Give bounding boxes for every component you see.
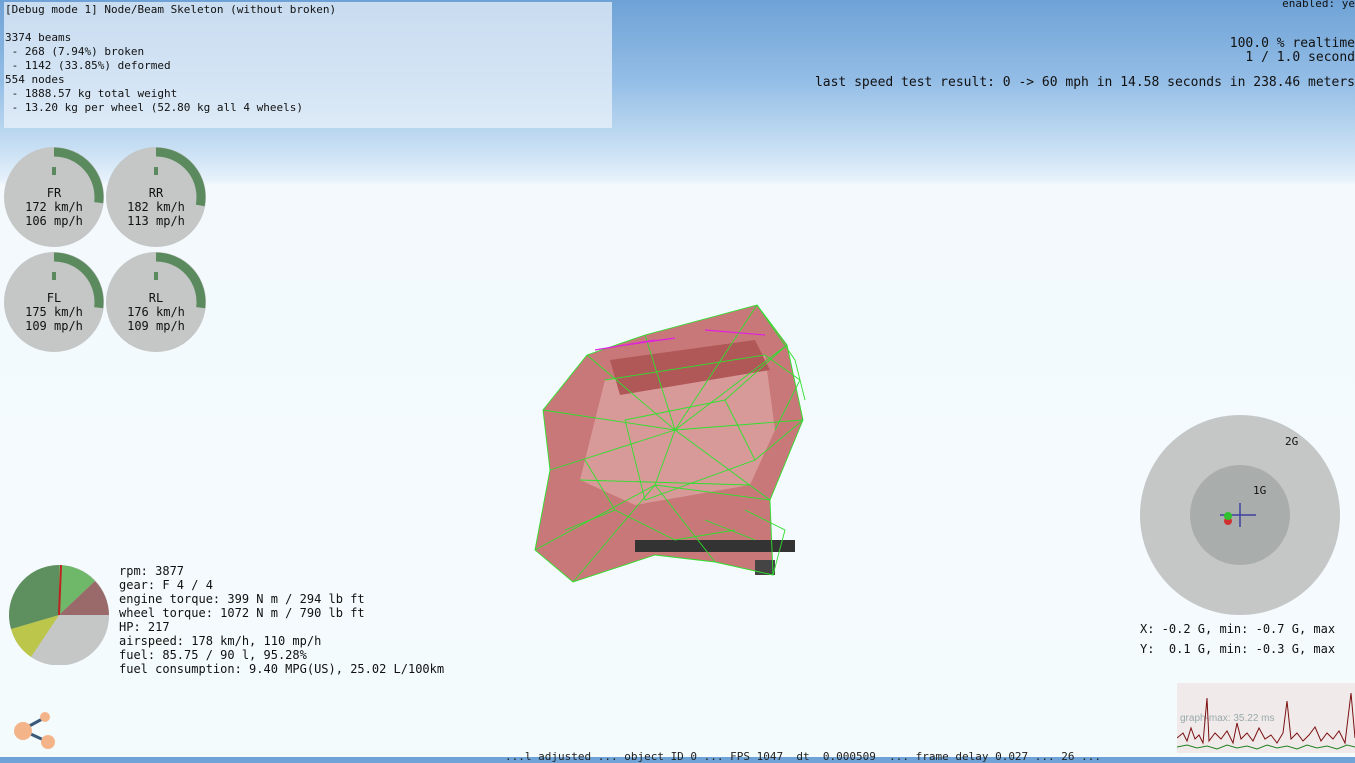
engine-pie-chart <box>9 565 109 665</box>
g-x-readout: X: -0.2 G, min: -0.7 G, max <box>1140 622 1336 636</box>
wheel-speed-mph: 109 mp/h <box>25 319 83 333</box>
g-force-meter: 2G 1G <box>1140 415 1340 615</box>
app-logo-icon[interactable] <box>12 710 58 752</box>
wheel-weight: - 13.20 kg per wheel (52.80 kg all 4 whe… <box>5 101 304 114</box>
time-scale: 1 / 1.0 second <box>1245 50 1355 65</box>
g-ring-inner-label: 1G <box>1253 484 1266 497</box>
beam-count: 3374 beams <box>5 31 72 44</box>
fuel-consumption-readout: fuel consumption: 9.40 MPG(US), 25.02 L/… <box>119 662 445 676</box>
debug-info-panel: [Debug mode 1] Node/Beam Skeleton (witho… <box>4 2 612 128</box>
speed-test-result: last speed test result: 0 -> 60 mph in 1… <box>814 75 1355 90</box>
g-current-dot <box>1224 512 1232 520</box>
realtime-percent: 100.0 % realtime <box>1229 36 1355 51</box>
wheel-speed-kmh: 172 km/h <box>25 200 83 214</box>
airspeed-readout: airspeed: 178 km/h, 110 mp/h <box>119 634 322 648</box>
performance-graph: graph-max: 35.22 ms <box>1177 683 1355 753</box>
g-y-readout: Y: 0.1 G, min: -0.3 G, max <box>1140 642 1336 656</box>
frame-time-plot <box>1177 692 1355 750</box>
wheel-gauge-fl: FL 175 km/h 109 mp/h <box>4 252 104 352</box>
car-underbody <box>635 540 795 552</box>
wheel-speed-mph: 113 mp/h <box>127 214 185 228</box>
engine-torque-readout: engine torque: 399 N m / 294 lb ft <box>119 592 365 606</box>
wheel-speed-kmh: 182 km/h <box>127 200 185 214</box>
wheel-speed-mph: 109 mp/h <box>127 319 185 333</box>
wheel-gauge-rr: RR 182 km/h 113 mp/h <box>106 147 206 247</box>
node-count: 554 nodes <box>5 73 65 86</box>
hp-readout: HP: 217 <box>119 620 170 634</box>
wheel-label: FR <box>46 186 62 200</box>
broken-beams: - 268 (7.94%) broken <box>5 45 145 58</box>
wheel-speed-kmh: 175 km/h <box>25 305 83 319</box>
wheel-gauge-rl: RL 176 km/h 109 mp/h <box>106 252 206 352</box>
g-ring-outer-label: 2G <box>1285 435 1298 448</box>
wheel-label: RL <box>148 291 164 305</box>
vehicle-skeleton-view <box>534 304 806 583</box>
deformed-beams: - 1142 (33.85%) deformed <box>5 59 171 72</box>
total-weight: - 1888.57 kg total weight <box>5 87 178 100</box>
g-force-readout: X: -0.2 G, min: -0.7 G, max Y: 0.1 G, mi… <box>1140 619 1335 659</box>
wheel-torque-readout: wheel torque: 1072 N m / 790 lb ft <box>119 606 365 620</box>
debug-mode-title: [Debug mode 1] Node/Beam Skeleton (witho… <box>5 3 337 16</box>
enabled-status: enabled: ye <box>1282 0 1355 10</box>
rpm-readout: rpm: 3877 <box>119 564 185 578</box>
fuel-readout: fuel: 85.75 / 90 l, 95.28% <box>119 648 307 662</box>
gear-readout: gear: F 4 / 4 <box>119 578 213 592</box>
engine-stats: rpm: 3877 gear: F 4 / 4 engine torque: 3… <box>119 564 444 676</box>
wheel-label: RR <box>148 186 164 200</box>
wheel-label: FL <box>46 291 62 305</box>
wheel-speed-mph: 106 mp/h <box>25 214 83 228</box>
wheel-gauge-fr: FR 172 km/h 106 mp/h <box>4 147 104 247</box>
wheel-speed-kmh: 176 km/h <box>127 305 185 319</box>
